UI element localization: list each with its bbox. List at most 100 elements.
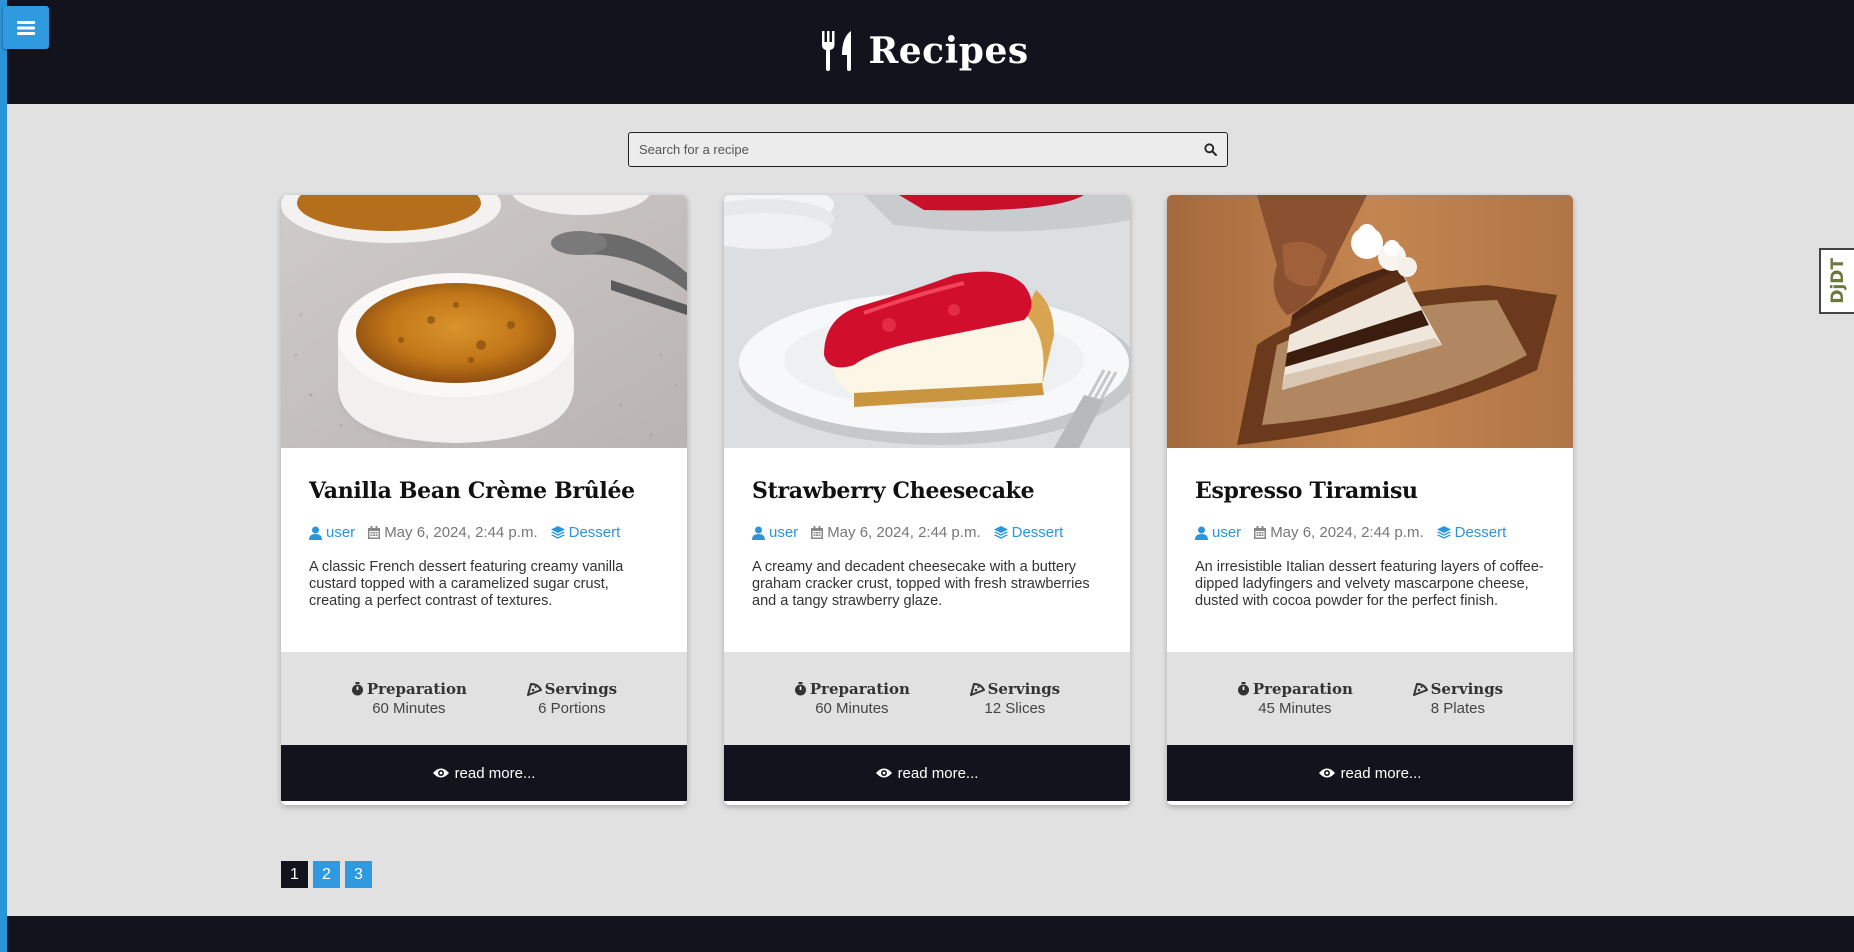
servings-stat: Servings 6 Portions: [526, 680, 618, 717]
recipe-card-body: Espresso Tiramisu user May 6, 2024, 2:44…: [1167, 448, 1573, 652]
page-1-link[interactable]: 1: [281, 861, 308, 888]
category-link[interactable]: Dessert: [993, 524, 1064, 541]
layers-icon: [550, 526, 565, 539]
date-info: May 6, 2024, 2:44 p.m.: [1254, 524, 1424, 541]
page-2-link[interactable]: 2: [313, 861, 340, 888]
recipe-title[interactable]: Strawberry Cheesecake: [752, 478, 1102, 504]
category-name: Dessert: [1011, 524, 1064, 541]
recipe-description: An irresistible Italian dessert featurin…: [1195, 559, 1544, 609]
preparation-value: 60 Minutes: [815, 700, 889, 717]
page-3-link[interactable]: 3: [345, 861, 372, 888]
recipe-card-body: Vanilla Bean Crème Brûlée user May 6, 20…: [281, 448, 687, 652]
author-link[interactable]: user: [309, 524, 355, 541]
preparation-stat: Preparation 60 Minutes: [794, 680, 910, 717]
stopwatch-icon: [1237, 682, 1249, 696]
category-link[interactable]: Dessert: [1436, 524, 1507, 541]
servings-label: Servings: [1430, 680, 1504, 698]
recipe-description: A classic French dessert featuring cream…: [309, 559, 624, 609]
eye-icon: [875, 768, 892, 778]
search-icon: [1203, 143, 1217, 156]
calendar-icon: [368, 526, 381, 539]
user-icon: [752, 526, 765, 540]
read-more-button[interactable]: read more...: [724, 745, 1130, 801]
recipe-stats: Preparation 60 Minutes Servings 12 Slice…: [724, 652, 1130, 745]
servings-label: Servings: [544, 680, 618, 698]
category-link[interactable]: Dessert: [550, 524, 621, 541]
left-edge-strip: [0, 0, 7, 952]
pagination: 1 2 3: [281, 861, 372, 888]
calendar-icon: [811, 526, 824, 539]
servings-stat: Servings 8 Plates: [1412, 680, 1504, 717]
read-more-button[interactable]: read more...: [1167, 745, 1573, 801]
preparation-label: Preparation: [809, 680, 910, 698]
read-more-label: read more...: [897, 764, 979, 782]
servings-stat: Servings 12 Slices: [969, 680, 1061, 717]
stopwatch-icon: [351, 682, 363, 696]
recipe-meta: user May 6, 2024, 2:44 p.m. Dessert: [752, 524, 1102, 541]
recipe-stats: Preparation 45 Minutes Servings 8 Plates: [1167, 652, 1573, 745]
eye-icon: [432, 768, 449, 778]
servings-label: Servings: [987, 680, 1061, 698]
preparation-value: 60 Minutes: [372, 700, 446, 717]
preparation-label: Preparation: [1252, 680, 1353, 698]
recipe-card-body: Strawberry Cheesecake user May 6, 2024, …: [724, 448, 1130, 652]
preparation-stat: Preparation 45 Minutes: [1237, 680, 1353, 717]
menu-button[interactable]: [3, 6, 49, 49]
servings-value: 6 Portions: [538, 700, 606, 717]
preparation-label: Preparation: [366, 680, 467, 698]
recipe-date: May 6, 2024, 2:44 p.m.: [1270, 524, 1424, 541]
user-icon: [1195, 526, 1208, 540]
page-title: Recipes: [868, 30, 1029, 72]
bars-icon: [17, 20, 35, 35]
recipe-date: May 6, 2024, 2:44 p.m.: [827, 524, 981, 541]
recipe-image-espresso-tiramisu[interactable]: [1167, 195, 1573, 448]
author-name: user: [1212, 524, 1242, 541]
layers-icon: [993, 526, 1008, 539]
recipe-stats: Preparation 60 Minutes Servings 6 Portio…: [281, 652, 687, 745]
author-link[interactable]: user: [752, 524, 798, 541]
recipe-image-strawberry-cheesecake[interactable]: [724, 195, 1130, 448]
pizza-slice-icon: [526, 683, 542, 696]
preparation-stat: Preparation 60 Minutes: [351, 680, 467, 717]
brand[interactable]: Recipes: [820, 30, 1028, 72]
read-more-button[interactable]: read more...: [281, 745, 687, 801]
author-name: user: [769, 524, 799, 541]
debug-toolbar-toggle[interactable]: DjDT: [1819, 248, 1854, 314]
pizza-slice-icon: [1412, 683, 1428, 696]
read-more-label: read more...: [1340, 764, 1422, 782]
pizza-slice-icon: [969, 683, 985, 696]
recipe-card: Strawberry Cheesecake user May 6, 2024, …: [724, 195, 1130, 805]
calendar-icon: [1254, 526, 1267, 539]
recipe-title[interactable]: Vanilla Bean Crème Brûlée: [309, 478, 659, 504]
recipe-meta: user May 6, 2024, 2:44 p.m. Dessert: [1195, 524, 1545, 541]
search-input[interactable]: [629, 133, 1193, 166]
recipe-image-creme-brulee[interactable]: [281, 195, 687, 448]
search-button[interactable]: [1193, 133, 1227, 166]
recipe-title[interactable]: Espresso Tiramisu: [1195, 478, 1545, 504]
author-name: user: [326, 524, 356, 541]
recipe-grid: Vanilla Bean Crème Brûlée user May 6, 20…: [281, 195, 1573, 805]
preparation-value: 45 Minutes: [1258, 700, 1332, 717]
recipe-card: Vanilla Bean Crème Brûlée user May 6, 20…: [281, 195, 687, 805]
servings-value: 12 Slices: [984, 700, 1046, 717]
category-name: Dessert: [568, 524, 621, 541]
utensils-icon: [822, 31, 852, 71]
read-more-label: read more...: [454, 764, 536, 782]
search-bar: [628, 132, 1228, 167]
site-footer: [7, 916, 1854, 952]
recipe-date: May 6, 2024, 2:44 p.m.: [384, 524, 538, 541]
category-name: Dessert: [1454, 524, 1507, 541]
recipe-card: Espresso Tiramisu user May 6, 2024, 2:44…: [1167, 195, 1573, 805]
date-info: May 6, 2024, 2:44 p.m.: [811, 524, 981, 541]
user-icon: [309, 526, 322, 540]
eye-icon: [1318, 768, 1335, 778]
servings-value: 8 Plates: [1430, 700, 1485, 717]
author-link[interactable]: user: [1195, 524, 1241, 541]
debug-toolbar-label: DjDT: [1827, 258, 1848, 304]
recipe-meta: user May 6, 2024, 2:44 p.m. Dessert: [309, 524, 659, 541]
layers-icon: [1436, 526, 1451, 539]
recipe-description: A creamy and decadent cheesecake with a …: [752, 559, 1090, 609]
date-info: May 6, 2024, 2:44 p.m.: [368, 524, 538, 541]
stopwatch-icon: [794, 682, 806, 696]
site-header: Recipes: [7, 0, 1854, 104]
